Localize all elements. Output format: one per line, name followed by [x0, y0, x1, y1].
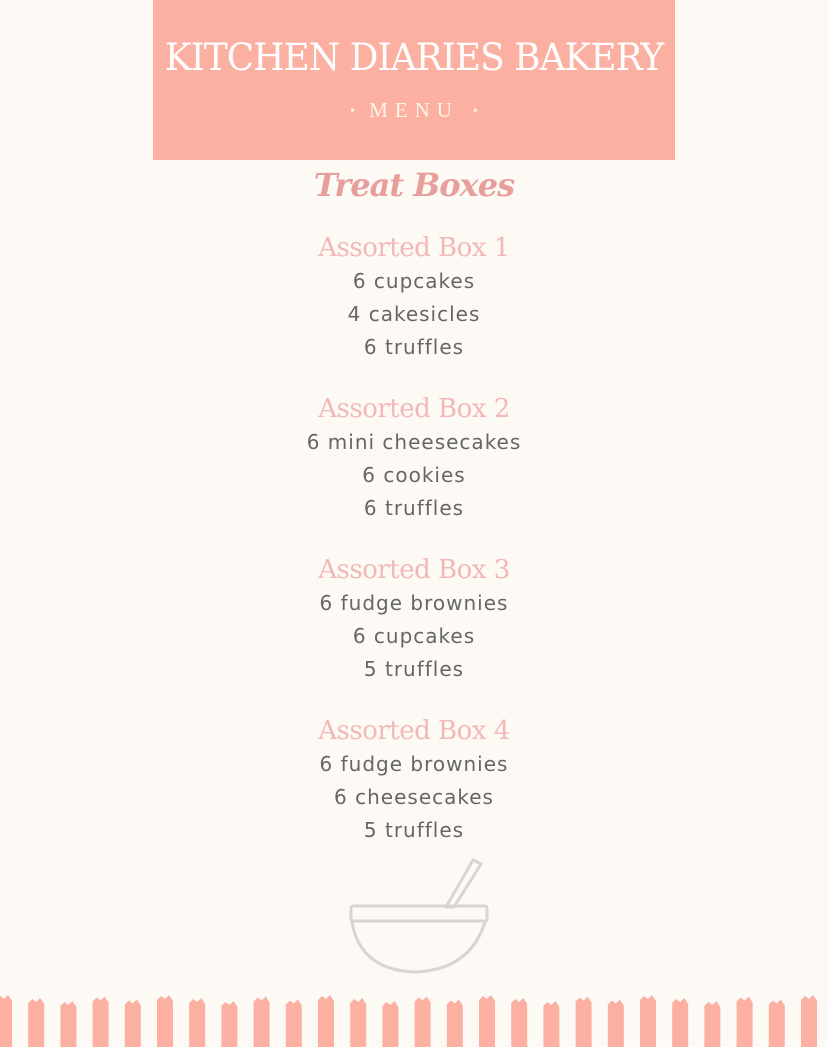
box-item: 6 cookies [362, 463, 466, 487]
stripe [28, 998, 45, 1047]
box-item: 5 truffles [363, 657, 465, 681]
menu-header: KITCHEN DIARIES BAKERY • MENU • [153, 0, 675, 160]
box-item: 6 fudge brownies [319, 591, 509, 615]
stripe [479, 995, 495, 1047]
stripe [446, 999, 463, 1047]
stripe [318, 995, 334, 1047]
menu-label: MENU [369, 98, 459, 122]
dot-icon: • [472, 104, 478, 120]
dot-icon: • [350, 104, 356, 120]
stripe [189, 998, 206, 1047]
box-item: 6 cheesecakes [334, 785, 494, 809]
stripe [253, 996, 270, 1047]
stripe [382, 1001, 399, 1047]
box-item: 6 truffles [363, 496, 465, 520]
box-4: Assorted Box 4 6 fudge brownies 6 cheese… [0, 715, 828, 847]
mixing-bowl-icon [349, 858, 489, 974]
box-1: Assorted Box 1 6 cupcakes 4 cakesicles 6… [0, 232, 828, 364]
stripe [350, 998, 367, 1047]
stripe [157, 995, 173, 1047]
stripe [543, 1001, 560, 1047]
box-item: 6 truffles [363, 335, 465, 359]
box-item: 6 cupcakes [352, 269, 476, 293]
box-item: 5 truffles [363, 818, 465, 842]
stripe-border [0, 995, 817, 1047]
box-name: Assorted Box 4 [318, 716, 510, 746]
stripe [0, 995, 12, 1047]
box-item: 6 mini cheesecakes [306, 430, 522, 454]
stripe [92, 996, 109, 1047]
box-name: Assorted Box 2 [318, 394, 510, 424]
stripe [704, 1001, 721, 1047]
box-item: 6 cupcakes [352, 624, 476, 648]
stripe [575, 996, 592, 1047]
section-title: Treat Boxes [313, 166, 515, 204]
stripe [801, 995, 817, 1047]
stripe [768, 999, 785, 1047]
box-item: 6 fudge brownies [319, 752, 509, 776]
stripe [672, 998, 689, 1047]
stripe [736, 996, 753, 1047]
box-2: Assorted Box 2 6 mini cheesecakes 6 cook… [0, 393, 828, 525]
stripe [511, 998, 528, 1047]
box-name: Assorted Box 3 [318, 555, 510, 585]
menu-subtitle: • MENU • [153, 98, 675, 123]
box-item: 4 cakesicles [347, 302, 481, 326]
stripe [640, 995, 656, 1047]
bakery-title: KITCHEN DIARIES BAKERY [164, 36, 665, 79]
stripe [60, 1001, 77, 1047]
stripe [285, 999, 302, 1047]
stripe [221, 1001, 238, 1047]
stripe [607, 999, 624, 1047]
box-3: Assorted Box 3 6 fudge brownies 6 cupcak… [0, 554, 828, 686]
stripe [414, 996, 431, 1047]
box-name: Assorted Box 1 [318, 233, 510, 263]
stripe [124, 999, 141, 1047]
